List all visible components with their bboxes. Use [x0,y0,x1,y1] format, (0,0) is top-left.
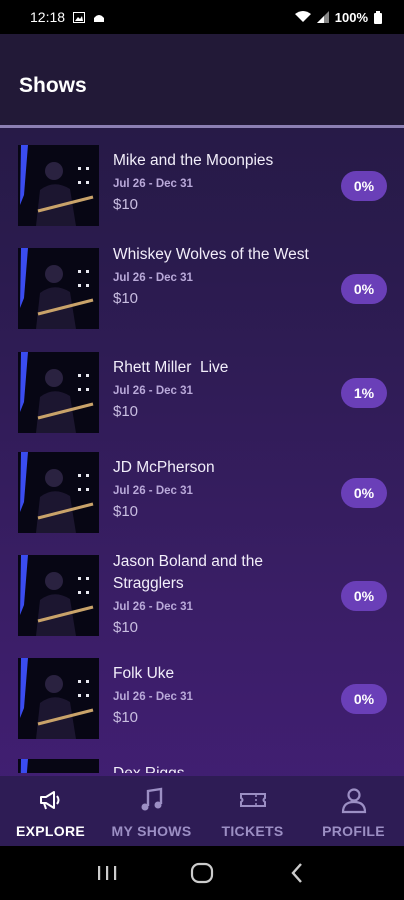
show-list[interactable]: Mike and the Moonpies Jul 26 - Dec 31 $1… [0,131,404,773]
show-info: Rhett Miller Live Jul 26 - Dec 31 $10 [113,357,323,420]
app-screen: Shows Mike and the Moonpies Jul 26 - Dec… [0,34,404,846]
show-price: $10 [113,196,139,213]
show-thumbnail [18,352,99,433]
show-title: Whiskey Wolves of the West [113,246,309,263]
show-title: JD McPherson [113,459,215,476]
back-icon [291,863,302,883]
show-thumbnail [18,145,99,226]
music-note-icon [141,787,162,811]
bottom-nav: EXPLORE MY SHOWS TICKETS PROFILE [0,776,404,846]
nav-my-shows[interactable]: MY SHOWS [101,776,202,846]
show-dates: Jul 26 - Dec 31 [113,385,193,397]
show-title: Jason Boland and the Stragglers [113,553,263,592]
user-icon [341,788,366,814]
home-button[interactable] [187,858,217,888]
back-button[interactable] [282,858,312,888]
wifi-icon [294,11,311,22]
system-nav-bar [0,846,404,900]
show-thumbnail [18,248,99,329]
megaphone-icon [39,791,59,810]
nav-tickets[interactable]: TICKETS [202,776,303,846]
show-info: Folk Uke Jul 26 - Dec 31 $10 [113,663,323,726]
show-title: Folk Uke [113,665,175,682]
show-title: Rhett Miller Live [113,359,229,376]
show-price: $10 [113,403,139,420]
show-dates: Jul 26 - Dec 31 [113,272,193,284]
page-title: Shows [19,74,87,97]
home-icon [190,862,214,884]
show-thumbnail [18,555,99,636]
show-thumbnail [18,452,99,533]
ticket-icon [239,793,266,807]
recent-apps-button[interactable] [92,858,122,888]
show-dates: Jul 26 - Dec 31 [113,691,193,703]
show-info: Jason Boland and the Stragglers Jul 26 -… [113,551,323,636]
show-title: Dex Riggs [113,763,323,773]
battery-percent: 100% [334,9,368,25]
show-dates: Jul 26 - Dec 31 [113,178,193,190]
show-thumbnail [18,759,99,773]
show-info: Mike and the Moonpies Jul 26 - Dec 31 $1… [113,150,323,213]
nav-label: EXPLORE [15,823,85,839]
status-time: 12:18 [30,9,66,25]
app-header: Shows [0,34,404,128]
percent-badge: 0% [341,581,387,611]
show-price: $10 [113,619,139,636]
show-price: $10 [113,709,139,726]
battery-icon [374,10,382,24]
percent-badge: 1% [341,378,387,408]
percent-badge: 0% [341,171,387,201]
show-dates: Jul 26 - Dec 31 [113,601,193,613]
show-price: $10 [113,503,139,520]
percent-badge: 0% [341,478,387,508]
nav-label: PROFILE [322,823,385,839]
percent-badge: 0% [341,274,387,304]
nav-explore[interactable]: EXPLORE [0,776,101,846]
nav-profile[interactable]: PROFILE [303,776,404,846]
status-bar: 12:18 100% [0,0,404,34]
show-title: Mike and the Moonpies [113,152,274,169]
show-price: $10 [113,290,139,307]
signal-icon [316,11,329,23]
notification-icon [94,14,105,22]
nav-label: MY SHOWS [111,823,192,839]
show-thumbnail [18,658,99,739]
nav-label: TICKETS [221,823,284,839]
show-info: Whiskey Wolves of the West Jul 26 - Dec … [113,244,323,307]
show-dates: Jul 26 - Dec 31 [113,485,193,497]
header-divider [0,125,404,128]
percent-badge: 0% [341,684,387,714]
show-info: Dex Riggs [113,763,323,773]
show-info: JD McPherson Jul 26 - Dec 31 $10 [113,457,323,520]
gallery-icon [73,11,86,23]
recent-apps-icon [98,866,117,880]
